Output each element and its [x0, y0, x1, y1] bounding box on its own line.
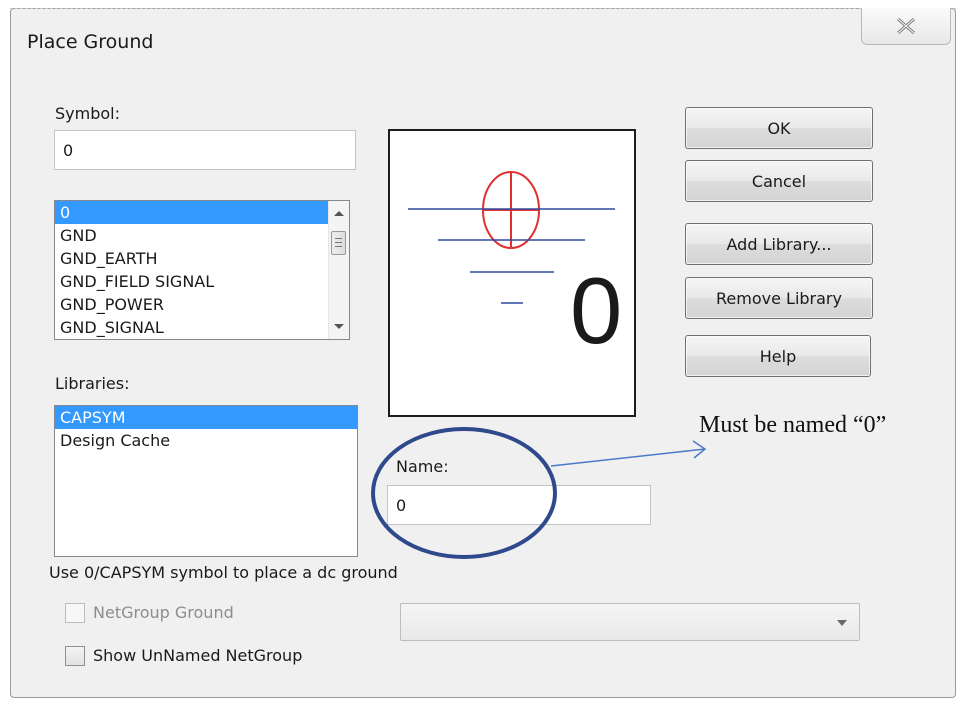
- place-ground-dialog: Place Ground Symbol: 0 0 GND GND_EARTH G…: [10, 8, 956, 698]
- annotation-circle: [371, 427, 557, 559]
- annotation-text: Must be named “0”: [699, 412, 887, 438]
- annotation-overlay: [371, 427, 707, 559]
- annotation-arrow: [550, 448, 706, 467]
